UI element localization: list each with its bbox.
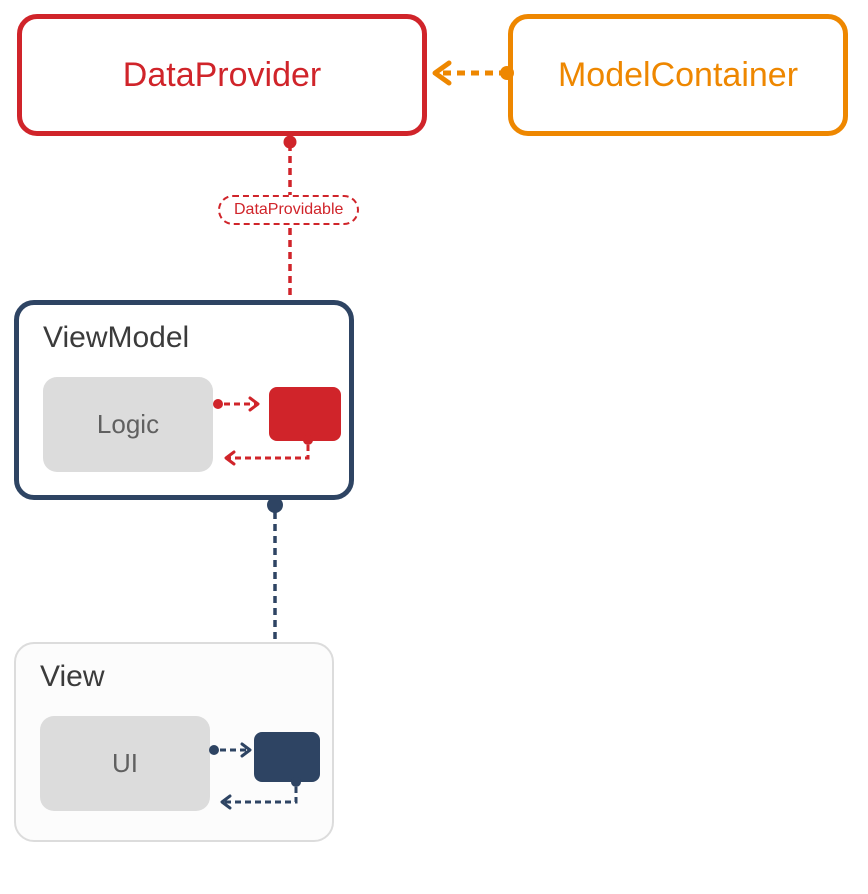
ui-box: UI — [40, 716, 210, 811]
data-provider-label: DataProvider — [123, 56, 321, 95]
logic-box: Logic — [43, 377, 213, 472]
ui-label: UI — [112, 748, 138, 779]
view-node: View UI — [14, 642, 334, 842]
model-container-node: ModelContainer — [508, 14, 848, 136]
data-provider-node: DataProvider — [17, 14, 427, 136]
data-providable-label: DataProvidable — [234, 201, 343, 219]
view-model-port — [269, 387, 341, 441]
view-model-node: ViewModel Logic — [14, 300, 354, 500]
view-model-label: ViewModel — [43, 321, 189, 355]
view-label: View — [40, 660, 104, 694]
model-container-label: ModelContainer — [558, 56, 798, 95]
edge-modelcontainer-to-dataprovider — [427, 60, 509, 90]
logic-label: Logic — [97, 409, 159, 440]
view-port — [254, 732, 320, 782]
data-providable-pill: DataProvidable — [218, 195, 359, 225]
